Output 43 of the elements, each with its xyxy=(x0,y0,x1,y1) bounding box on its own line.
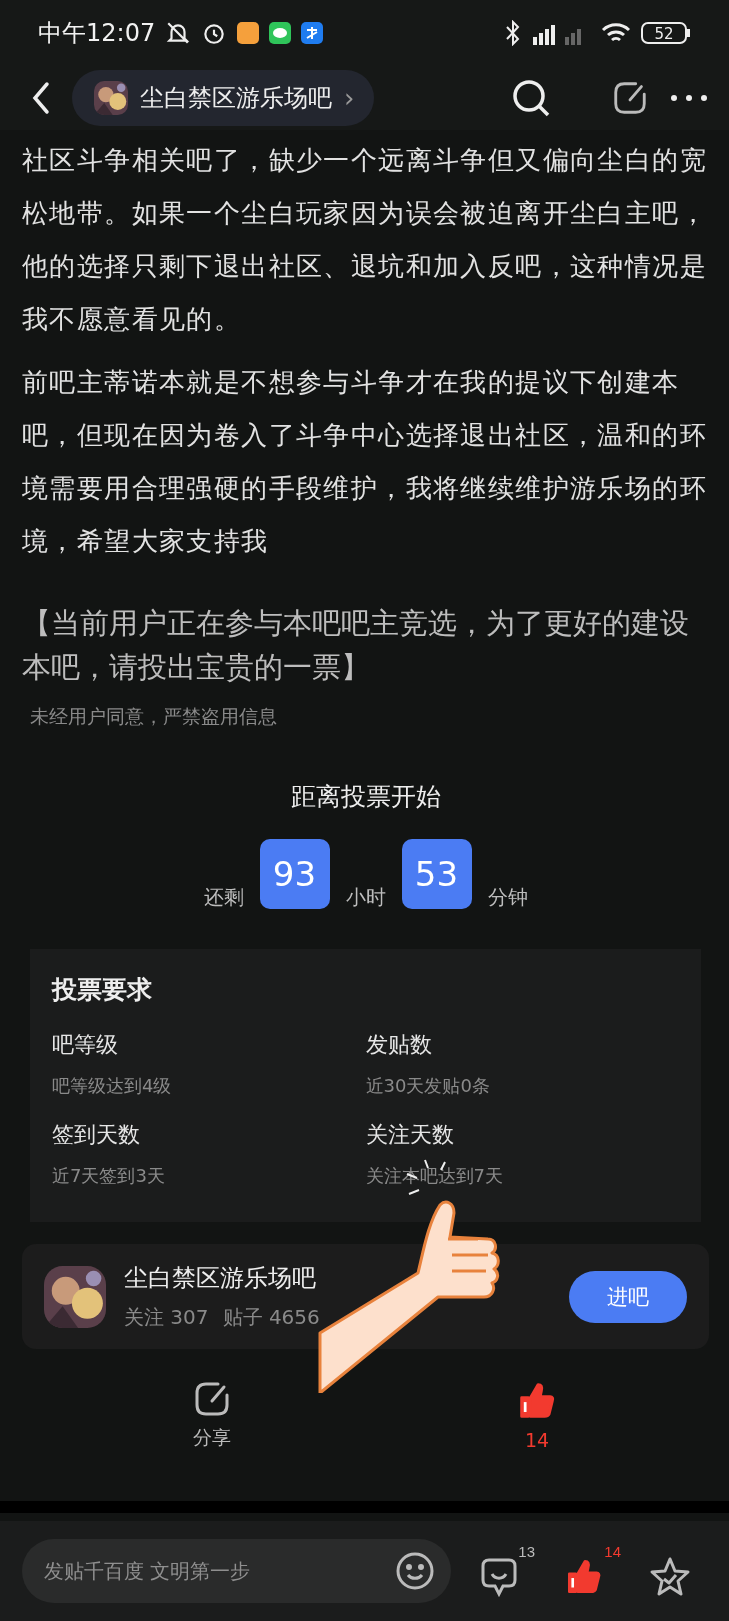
requirement-detail: 近30天发贴0条 xyxy=(365,1074,491,1098)
forum-pill[interactable]: 尘白禁区游乐场吧 › xyxy=(72,70,375,126)
post-paragraph: 社区斗争相关吧了，缺少一个远离斗争但又偏向尘白的宽松地带。如果一个尘白玩家因为误会被迫离开尘白主吧，他的选择只剩下退出社区、退坑和加入反吧，这种情况是我不愿意看见的。 xyxy=(22,144,708,336)
forum-title: 尘白禁区游乐场吧 xyxy=(140,83,332,114)
requirement-name: 吧等级 xyxy=(52,1031,119,1059)
app-icon xyxy=(237,22,260,44)
requirement-name: 签到天数 xyxy=(52,1121,141,1149)
comments-button[interactable]: 13 xyxy=(479,1544,535,1598)
payment-app-icon xyxy=(301,22,324,44)
countdown-title: 距离投票开始 xyxy=(289,781,442,813)
bell-off-icon xyxy=(165,20,192,46)
comment-icon xyxy=(479,1556,519,1598)
bottom-like-button[interactable]: 14 xyxy=(563,1544,621,1598)
hours-unit: 小时 xyxy=(345,884,386,911)
more-icon[interactable] xyxy=(669,93,709,103)
countdown-label: 还剩 xyxy=(203,884,244,911)
edit-icon xyxy=(611,79,649,117)
post-paragraph: 前吧主蒂诺本就是不想参与斗争才在我的提议下创建本吧，但现在因为卷入了斗争中心选择退出社区，温和的环境需要用合理强硬的手段维护，我将继续维护游乐场的环境，希望大家支持我 xyxy=(22,366,708,558)
enter-forum-button[interactable]: 进吧 xyxy=(569,1270,687,1323)
requirement-name: 关注天数 xyxy=(365,1121,455,1149)
follow-count: 关注 307 xyxy=(124,1304,209,1331)
status-time: 中午12:07 xyxy=(38,18,156,49)
requirement-detail: 吧等级达到4级 xyxy=(52,1074,173,1098)
chevron-icon: › xyxy=(344,83,355,113)
notice-text: 【当前用户正在参与本吧吧主竞选，为了更好的建设本吧，请投出宝贵的一票】 xyxy=(22,606,690,686)
emoji-icon[interactable] xyxy=(395,1551,435,1591)
chat-app-icon xyxy=(269,22,292,44)
like-button[interactable]: 14 xyxy=(515,1379,559,1451)
forum-name: 尘白禁区游乐场吧 xyxy=(124,1263,317,1294)
bluetooth-icon xyxy=(505,20,521,46)
hours-number: 93 xyxy=(259,839,330,909)
minutes-number: 53 xyxy=(401,839,472,909)
back-icon[interactable] xyxy=(30,80,52,116)
disclaimer-text: 未经用户同意，严禁盗用信息 xyxy=(30,704,278,729)
requirement-detail: 近7天签到3天 xyxy=(52,1164,166,1188)
requirement-name: 发贴数 xyxy=(365,1031,433,1059)
minutes-unit: 分钟 xyxy=(487,884,528,911)
comment-field[interactable]: 发贴千百度 文明第一步 xyxy=(22,1539,451,1603)
star-icon xyxy=(649,1556,691,1598)
search-icon[interactable] xyxy=(511,78,551,118)
post-count: 贴子 4656 xyxy=(222,1304,320,1331)
requirements-title: 投票要求 xyxy=(52,974,153,1006)
share-button[interactable]: 分享 xyxy=(192,1379,232,1451)
